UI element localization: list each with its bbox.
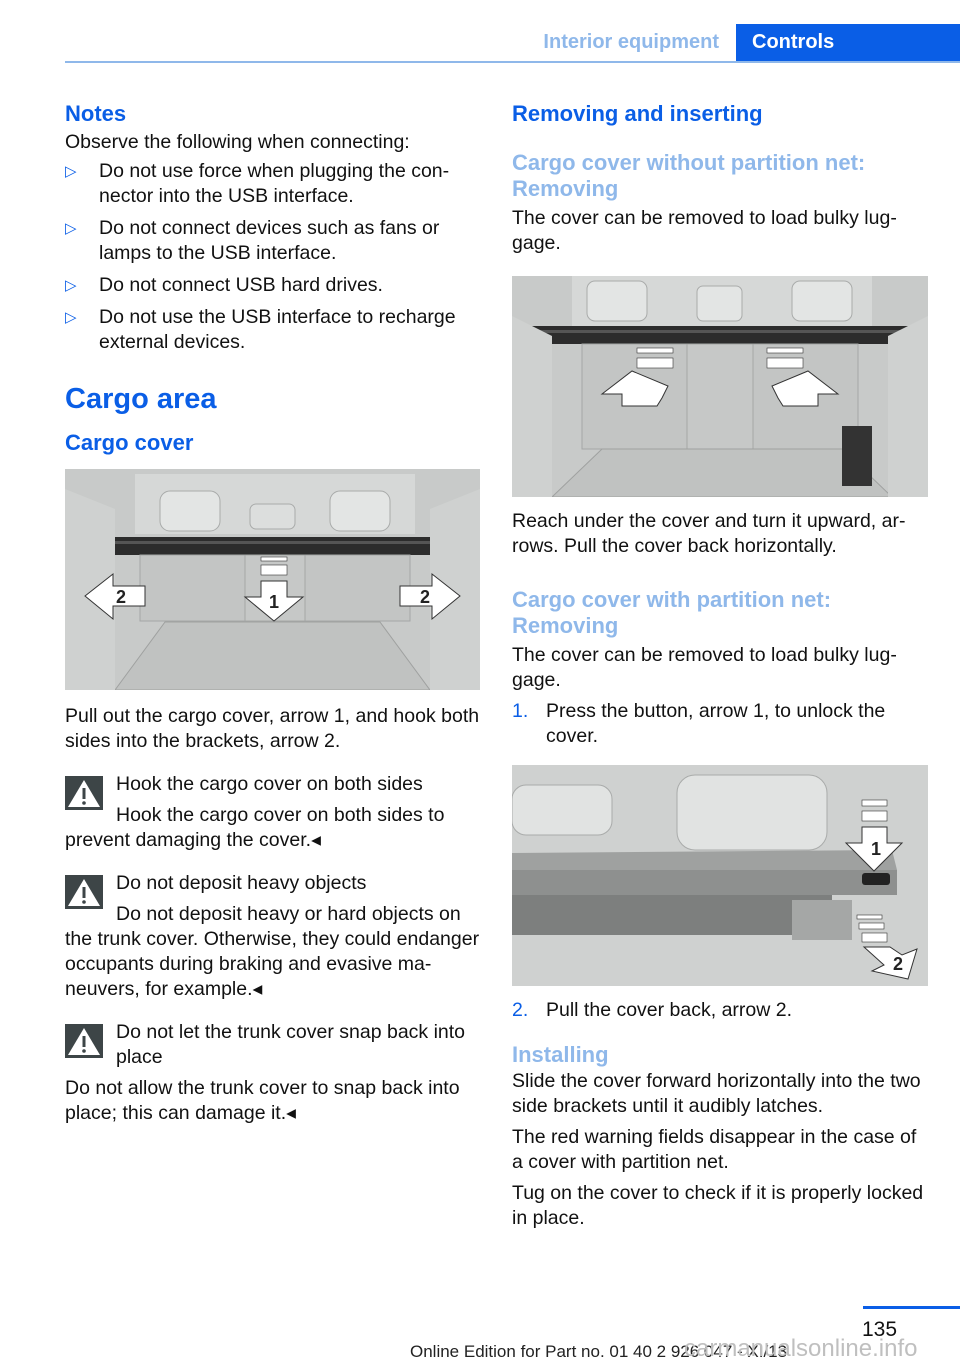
warning-triangle-icon	[65, 875, 103, 909]
list-item: ▷ Do not use force when plugging the con­…	[65, 160, 450, 207]
warning-body: Do not deposit heavy or hard objects on …	[65, 903, 480, 1000]
warning-note: Do not let the trunk cover snap back int…	[65, 1020, 480, 1126]
cargo-cover-figure: 1 2 2	[65, 469, 480, 690]
chapter-tab: Controls	[736, 24, 960, 63]
partition-net-illustration: 1 2	[512, 765, 928, 986]
arrow-2-left-label: 2	[116, 587, 126, 607]
warning-triangle-icon	[65, 1024, 103, 1058]
bullet-triangle-icon: ▷	[65, 277, 77, 294]
left-column: Notes Observe the following when connect…	[65, 100, 480, 1126]
page-header: Interior equipment Controls	[0, 24, 960, 63]
cargo-cover-removal-figure	[512, 276, 928, 497]
with-net-heading: Cargo cover with partition net: Removing	[512, 587, 832, 638]
steps-list-cont: 2. Pull the cover back, arrow 2.	[512, 998, 928, 1023]
arrow-2-right-label: 2	[420, 587, 430, 607]
arrow-2-label: 2	[893, 954, 903, 974]
arrow-1-label: 1	[269, 592, 279, 612]
warning-body: Do not allow the trunk cover to snap bac…	[65, 1077, 460, 1124]
bullet-triangle-icon: ▷	[65, 309, 77, 326]
bullet-triangle-icon: ▷	[65, 220, 77, 237]
notes-intro: Observe the following when connecting:	[65, 131, 410, 153]
steps-list: 1. Press the button, arrow 1, to unlock t…	[512, 699, 928, 749]
list-item: 1. Press the button, arrow 1, to unlock t…	[512, 700, 886, 747]
figure2-caption: Reach under the cover and turn it upward…	[512, 510, 906, 557]
section-label: Interior equipment	[543, 31, 719, 53]
right-column: Removing and inserting Cargo cover witho…	[512, 100, 928, 1231]
with-net-text: The cover can be removed to load bulky l…	[512, 644, 897, 691]
cargo-cover-heading: Cargo cover	[65, 430, 194, 455]
warning-title: Do not let the trunk cover snap back int…	[116, 1021, 466, 1068]
list-item: 2. Pull the cover back, arrow 2.	[512, 999, 793, 1021]
watermark: carmanualsonline.info	[684, 1335, 918, 1362]
footer-rule	[863, 1306, 960, 1309]
cargo-area-illustration: 1 2 2	[65, 469, 480, 690]
warning-note: Hook the cargo cover on both sides Hook …	[65, 772, 480, 853]
header-rule	[65, 61, 960, 63]
cargo-area-heading: Cargo area	[65, 383, 217, 415]
list-item: ▷ Do not connect devices such as fans or …	[65, 217, 440, 264]
partition-net-figure: 1 2	[512, 765, 928, 986]
list-item: ▷ Do not use the USB interface to recharg…	[65, 306, 456, 353]
arrow-1-label: 1	[871, 839, 881, 859]
list-item: ▷ Do not connect USB hard drives.	[65, 274, 383, 296]
installing-paragraph: The red warning fields disappear in the …	[512, 1126, 917, 1173]
installing-paragraph: Tug on the cover to check if it is prope…	[512, 1182, 924, 1229]
cargo-cover-text: Pull out the cargo cover, arrow 1, and h…	[65, 705, 480, 752]
warning-title: Do not deposit heavy objects	[116, 872, 367, 894]
warning-triangle-icon	[65, 776, 103, 810]
cargo-removal-illustration	[512, 276, 928, 497]
without-net-text: The cover can be removed to load bulky l…	[512, 207, 897, 254]
installing-paragraph: Slide the cover forward horizontally int…	[512, 1070, 921, 1117]
notes-heading: Notes	[65, 101, 127, 126]
bullet-triangle-icon: ▷	[65, 163, 77, 180]
warning-body: Hook the cargo cover on both sides to pr…	[65, 804, 445, 851]
notes-list: ▷ Do not use force when plugging the con­…	[65, 159, 480, 355]
warning-title: Hook the cargo cover on both sides	[116, 773, 423, 795]
removing-heading: Removing and inserting	[512, 101, 763, 126]
installing-heading: Installing	[512, 1042, 609, 1067]
without-net-heading: Cargo cover without partition net: Remov…	[512, 150, 866, 201]
warning-note: Do not deposit heavy objects Do not depo…	[65, 871, 480, 1002]
